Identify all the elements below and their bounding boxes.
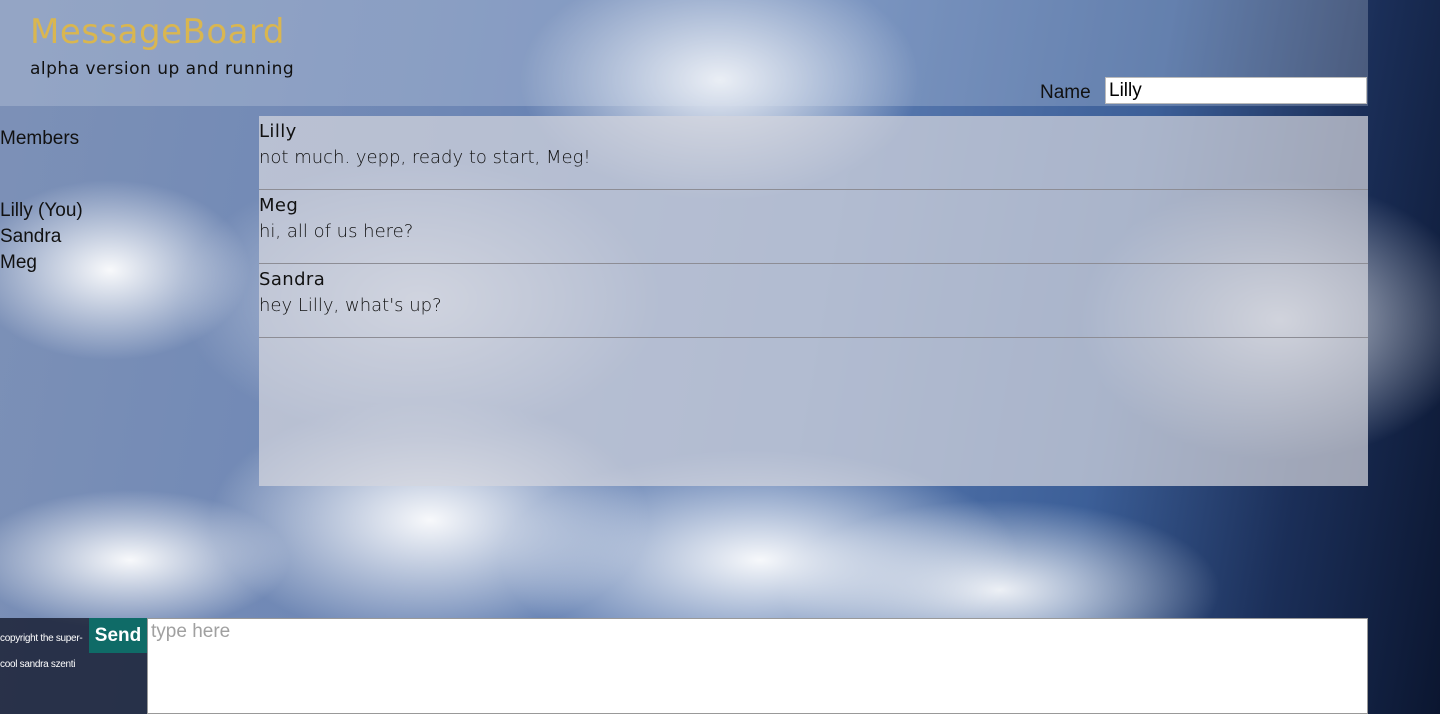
copyright-text: copyright the super-cool sandra szenti <box>0 633 83 670</box>
app-title: MessageBoard <box>30 12 285 52</box>
footer: copyright the super-cool sandra szenti S… <box>0 618 147 714</box>
message-text: not much. yepp, ready to start, Meg! <box>259 147 591 168</box>
message-text: hi, all of us here? <box>259 221 414 242</box>
name-label: Name <box>1040 82 1091 103</box>
message-input[interactable] <box>147 618 1368 714</box>
message-author: Meg <box>259 195 299 216</box>
message-item: Sandra hey Lilly, what's up? <box>259 264 1368 338</box>
send-button[interactable]: Send <box>89 618 147 653</box>
member-item: Sandra <box>0 226 62 247</box>
message-text: hey Lilly, what's up? <box>259 295 442 316</box>
message-item: Meg hi, all of us here? <box>259 190 1368 264</box>
message-author: Sandra <box>259 269 326 290</box>
message-item: Lilly not much. yepp, ready to start, Me… <box>259 116 1368 190</box>
name-input[interactable] <box>1105 77 1367 104</box>
members-panel: Members Lilly (You) Sandra Meg <box>0 126 240 276</box>
header-bar: MessageBoard alpha version up and runnin… <box>0 0 1368 106</box>
member-list: Lilly (You) Sandra Meg <box>0 198 240 276</box>
message-list: Lilly not much. yepp, ready to start, Me… <box>259 116 1368 486</box>
app-subtitle: alpha version up and running <box>30 59 295 79</box>
message-author: Lilly <box>259 121 297 142</box>
member-item: Lilly (You) <box>0 200 83 221</box>
members-heading: Members <box>0 128 80 149</box>
member-item: Meg <box>0 252 37 273</box>
